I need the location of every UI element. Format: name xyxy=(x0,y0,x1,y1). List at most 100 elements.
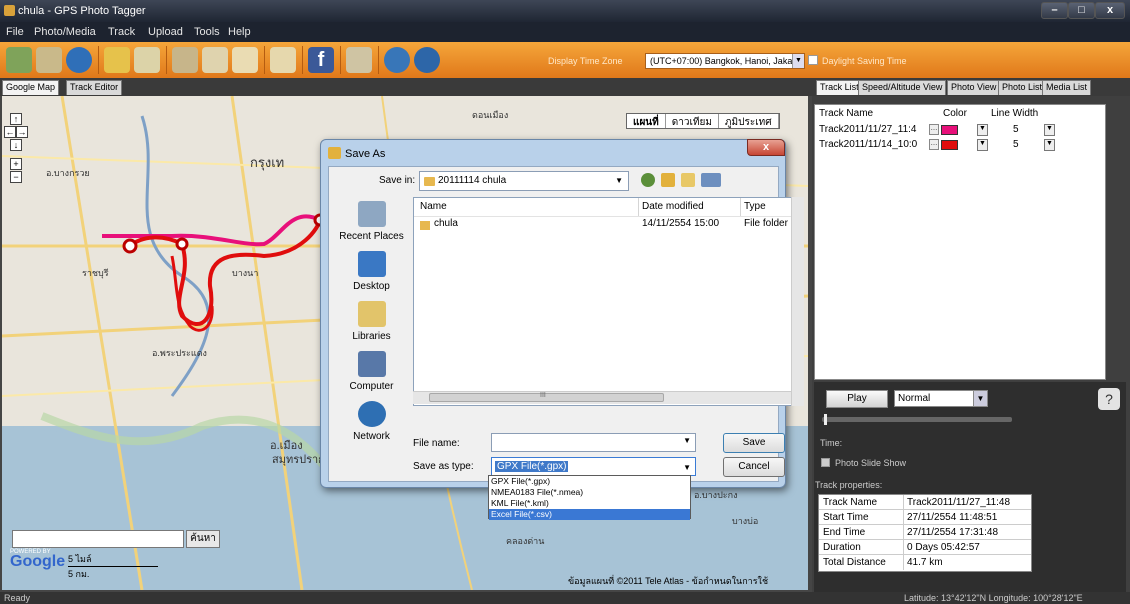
color-swatch[interactable] xyxy=(941,125,958,135)
edit-icon[interactable] xyxy=(202,47,228,73)
status-bar: Ready Latitude: 13°42'12"N Longitude: 10… xyxy=(0,592,1130,604)
line-width-value: 5 xyxy=(1013,139,1019,150)
map-type-satellite[interactable]: ดาวเทียม xyxy=(666,114,719,128)
cancel-button[interactable]: Cancel xyxy=(723,457,785,477)
recent-places-icon xyxy=(357,201,386,227)
table-row: End Time 27/11/2554 17:31:48 xyxy=(819,525,1031,540)
maximize-button[interactable]: □ xyxy=(1068,2,1095,19)
place-network[interactable]: Network xyxy=(333,401,410,442)
facebook-icon[interactable]: f xyxy=(308,47,334,73)
locr-icon[interactable] xyxy=(270,47,296,73)
dialog-close-button[interactable]: x xyxy=(747,139,785,156)
file-name-input[interactable]: ▼ xyxy=(491,433,696,452)
right-tab-strip: Track List Speed/Altitude View Photo Vie… xyxy=(812,78,1130,96)
pan-up-icon[interactable]: ↑ xyxy=(10,113,22,125)
pan-down-icon[interactable]: ↓ xyxy=(10,139,22,151)
scrollbar-thumb[interactable]: III xyxy=(429,392,664,402)
table-row[interactable]: Track2011/11/14_10:0 … ▼ 5 ▼ xyxy=(815,138,1105,152)
vertical-scrollbar[interactable] xyxy=(791,197,804,406)
menu-help[interactable]: Help xyxy=(228,26,251,38)
daylight-saving-label: Daylight Saving Time xyxy=(822,56,907,66)
minimize-button[interactable]: – xyxy=(1041,2,1068,19)
type-option-gpx[interactable]: GPX File(*.gpx) xyxy=(489,476,690,487)
tab-media-list[interactable]: Media List xyxy=(1042,80,1092,95)
chevron-down-icon[interactable]: ▼ xyxy=(977,124,988,136)
document-icon[interactable] xyxy=(346,47,372,73)
chevron-down-icon[interactable]: ▼ xyxy=(1044,124,1055,136)
slide-show-checkbox[interactable] xyxy=(821,458,830,467)
playback-slider[interactable] xyxy=(822,417,1012,422)
type-option-nmea[interactable]: NMEA0183 File(*.nmea) xyxy=(489,487,690,498)
grip-icon: III xyxy=(540,392,546,399)
place-libraries[interactable]: Libraries xyxy=(333,301,410,342)
menu-file[interactable]: File xyxy=(6,26,24,38)
file-name[interactable]: chula xyxy=(434,218,458,229)
type-option-csv[interactable]: Excel File(*.csv) xyxy=(489,509,690,520)
file-list[interactable]: Name Date modified Type chula 14/11/2554… xyxy=(413,197,793,406)
photo-icon[interactable] xyxy=(134,47,160,73)
sync-icon[interactable] xyxy=(384,47,410,73)
map-label: คลองด่าน xyxy=(506,536,545,546)
place-computer[interactable]: Computer xyxy=(333,351,410,392)
map-label: อ.พระประแดง xyxy=(152,348,207,358)
help-icon[interactable]: ? xyxy=(1098,388,1120,410)
pan-right-icon[interactable]: → xyxy=(16,126,28,138)
tab-speed-altitude-view[interactable]: Speed/Altitude View xyxy=(858,80,947,95)
menu-tools[interactable]: Tools xyxy=(194,26,220,38)
status-text: Ready xyxy=(4,593,31,603)
globe-icon[interactable] xyxy=(66,47,92,73)
column-name[interactable]: Name xyxy=(420,201,447,212)
daylight-saving-checkbox[interactable] xyxy=(808,55,818,65)
rename-button[interactable]: … xyxy=(929,124,939,135)
new-folder-icon[interactable] xyxy=(681,173,695,187)
map-search-button[interactable]: ค้นหา xyxy=(186,530,220,548)
time-zone-icon[interactable] xyxy=(414,47,440,73)
type-option-kml[interactable]: KML File(*.kml) xyxy=(489,498,690,509)
property-value: 0 Days 05:42:57 xyxy=(907,542,980,553)
menu-track[interactable]: Track xyxy=(108,26,135,38)
map-type-terrain[interactable]: ภูมิประเทศ xyxy=(719,114,779,128)
tab-google-map[interactable]: Google Map xyxy=(2,80,60,95)
color-swatch[interactable] xyxy=(941,140,958,150)
tab-track-editor[interactable]: Track Editor xyxy=(66,80,123,95)
place-recent-places[interactable]: Recent Places xyxy=(333,201,410,242)
map-copyright[interactable]: ข้อมูลแผนที่ ©2011 Tele Atlas - ข้อกำหนด… xyxy=(568,574,768,588)
column-track-name: Track Name xyxy=(819,108,874,119)
table-row[interactable]: Track2011/11/27_11:4 … ▼ 5 ▼ xyxy=(815,123,1105,137)
column-date-modified[interactable]: Date modified xyxy=(642,201,704,212)
speed-select[interactable]: Normal ▼ xyxy=(894,390,988,407)
pan-left-icon[interactable]: ← xyxy=(4,126,16,138)
zoom-out-icon[interactable]: − xyxy=(10,171,22,183)
tab-photo-view[interactable]: Photo View xyxy=(947,80,1001,95)
chevron-down-icon[interactable]: ▼ xyxy=(977,139,988,151)
view-menu-icon[interactable] xyxy=(701,173,721,187)
save-as-type-select[interactable]: GPX File(*.gpx) ▼ xyxy=(491,457,696,476)
save-in-select[interactable]: 20111114 chula ▼ xyxy=(419,171,629,191)
add-track-icon[interactable] xyxy=(36,47,62,73)
column-type[interactable]: Type xyxy=(744,201,766,212)
tab-track-list[interactable]: Track List xyxy=(816,80,863,95)
place-desktop[interactable]: Desktop xyxy=(333,251,410,292)
zoom-in-icon[interactable]: + xyxy=(10,158,22,170)
add-photos-icon[interactable] xyxy=(6,47,32,73)
close-button[interactable]: x xyxy=(1095,2,1125,19)
map-type-road[interactable]: แผนที่ xyxy=(627,114,666,128)
save-button[interactable]: Save xyxy=(723,433,785,453)
tag-icon[interactable] xyxy=(104,47,130,73)
back-icon[interactable] xyxy=(641,173,655,187)
save-in-label: Save in: xyxy=(379,175,416,186)
time-zone-select[interactable]: (UTC+07:00) Bangkok, Hanoi, Jakart ▼ xyxy=(645,53,805,69)
menu-photo-media[interactable]: Photo/Media xyxy=(34,26,96,38)
camera-icon[interactable] xyxy=(172,47,198,73)
file-date: 14/11/2554 15:00 xyxy=(642,218,720,229)
menu-upload[interactable]: Upload xyxy=(148,26,183,38)
slider-thumb[interactable] xyxy=(824,414,827,425)
rename-button[interactable]: … xyxy=(929,139,939,150)
tab-photo-list[interactable]: Photo List xyxy=(998,80,1047,95)
play-button[interactable]: Play xyxy=(826,390,888,408)
map-search-input[interactable] xyxy=(12,530,184,548)
chevron-down-icon[interactable]: ▼ xyxy=(1044,139,1055,151)
up-folder-icon[interactable] xyxy=(661,173,675,187)
chevron-down-icon: ▼ xyxy=(792,54,804,68)
flickr-icon[interactable] xyxy=(232,47,258,73)
